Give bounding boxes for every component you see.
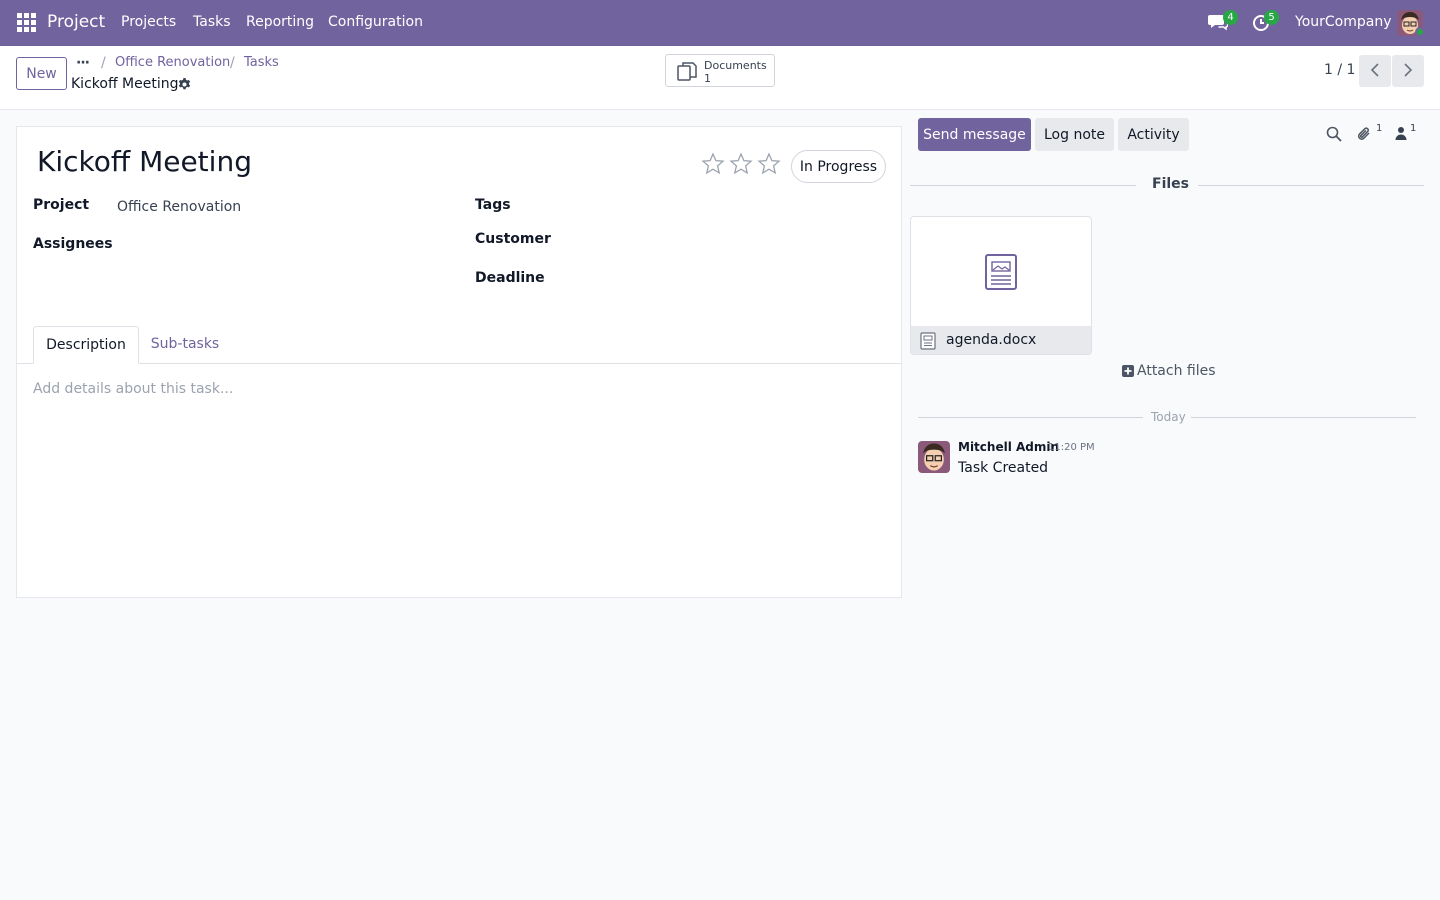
stage-button[interactable]: In Progress — [791, 150, 886, 183]
attachment-footer: agenda.docx — [911, 326, 1091, 354]
gear-icon[interactable] — [178, 78, 191, 95]
apps-menu-icon[interactable] — [17, 13, 36, 32]
breadcrumb-tasks[interactable]: Tasks — [244, 55, 279, 70]
files-divider — [910, 185, 1136, 186]
messages-badge: 4 — [1223, 10, 1238, 25]
followers-count: 1 — [1410, 123, 1417, 134]
message-time: 11:20 PM — [1048, 442, 1095, 453]
tab-description[interactable]: Description — [33, 326, 139, 364]
date-separator: Today — [1151, 410, 1186, 424]
project-field[interactable]: Office Renovation — [117, 199, 241, 215]
date-divider — [918, 417, 1143, 418]
activity-button[interactable]: Activity — [1118, 118, 1189, 151]
star-icon — [729, 152, 753, 175]
pager-next-button[interactable] — [1392, 55, 1424, 87]
message-author-avatar[interactable] — [918, 441, 950, 473]
send-message-button[interactable]: Send message — [918, 118, 1031, 151]
tags-label: Tags — [475, 197, 511, 213]
priority-stars[interactable] — [701, 152, 781, 176]
files-heading: Files — [1152, 176, 1189, 192]
attachments-count: 1 — [1376, 123, 1383, 134]
message-author[interactable]: Mitchell Admin — [958, 440, 1059, 454]
attach-files-label: Attach files — [1137, 363, 1216, 379]
chevron-right-icon — [1404, 62, 1413, 77]
pager-value[interactable]: 1 / 1 — [1324, 62, 1355, 78]
breadcrumb-current: Kickoff Meeting — [71, 76, 179, 92]
attachment-name: agenda.docx — [946, 332, 1037, 348]
star-icon — [757, 152, 781, 175]
project-label: Project — [33, 197, 90, 213]
search-icon[interactable] — [1326, 126, 1342, 146]
documents-icon — [676, 60, 698, 86]
menu-configuration[interactable]: Configuration — [328, 14, 423, 30]
breadcrumb-separator: / — [230, 55, 235, 71]
attachment-card[interactable]: agenda.docx — [910, 216, 1092, 355]
top-navbar: Project Projects Tasks Reporting Configu… — [0, 0, 1440, 46]
online-status-icon — [1415, 27, 1425, 37]
document-preview-icon — [985, 254, 1017, 294]
documents-count: 1 — [704, 72, 711, 85]
tab-sub-tasks[interactable]: Sub-tasks — [145, 326, 225, 364]
menu-reporting[interactable]: Reporting — [246, 14, 314, 30]
plus-square-icon — [1122, 365, 1134, 377]
log-note-button[interactable]: Log note — [1035, 118, 1114, 151]
message-body: Task Created — [958, 460, 1049, 476]
paperclip-icon[interactable] — [1356, 126, 1372, 146]
assignees-label: Assignees — [33, 236, 113, 252]
description-editor[interactable]: Add details about this task... — [33, 381, 233, 397]
star-icon — [701, 152, 725, 175]
file-icon — [920, 332, 936, 354]
activities-badge: 5 — [1264, 10, 1279, 25]
followers-icon[interactable] — [1395, 126, 1407, 144]
app-name[interactable]: Project — [47, 12, 105, 32]
deadline-label: Deadline — [475, 270, 545, 286]
company-switcher[interactable]: YourCompany — [1295, 14, 1392, 30]
chevron-left-icon — [1370, 62, 1379, 77]
breadcrumb-more[interactable]: ··· — [76, 55, 90, 71]
task-form-sheet: Kickoff Meeting In Progress Project Offi… — [16, 126, 902, 598]
control-panel: New ··· / Office Renovation / Tasks Kick… — [0, 46, 1440, 110]
customer-label: Customer — [475, 231, 551, 247]
task-title-input[interactable]: Kickoff Meeting — [37, 145, 252, 178]
attach-files-button[interactable]: Attach files — [1122, 363, 1216, 379]
breadcrumb-office-renovation[interactable]: Office Renovation — [115, 55, 230, 70]
files-divider — [1198, 185, 1424, 186]
new-button[interactable]: New — [16, 57, 67, 90]
pager-previous-button[interactable] — [1359, 55, 1391, 87]
menu-projects[interactable]: Projects — [121, 14, 176, 30]
date-divider — [1191, 417, 1416, 418]
documents-smart-button[interactable]: Documents 1 — [665, 54, 775, 87]
documents-label: Documents — [704, 59, 767, 72]
breadcrumb-separator: / — [101, 55, 106, 71]
menu-tasks[interactable]: Tasks — [193, 14, 231, 30]
